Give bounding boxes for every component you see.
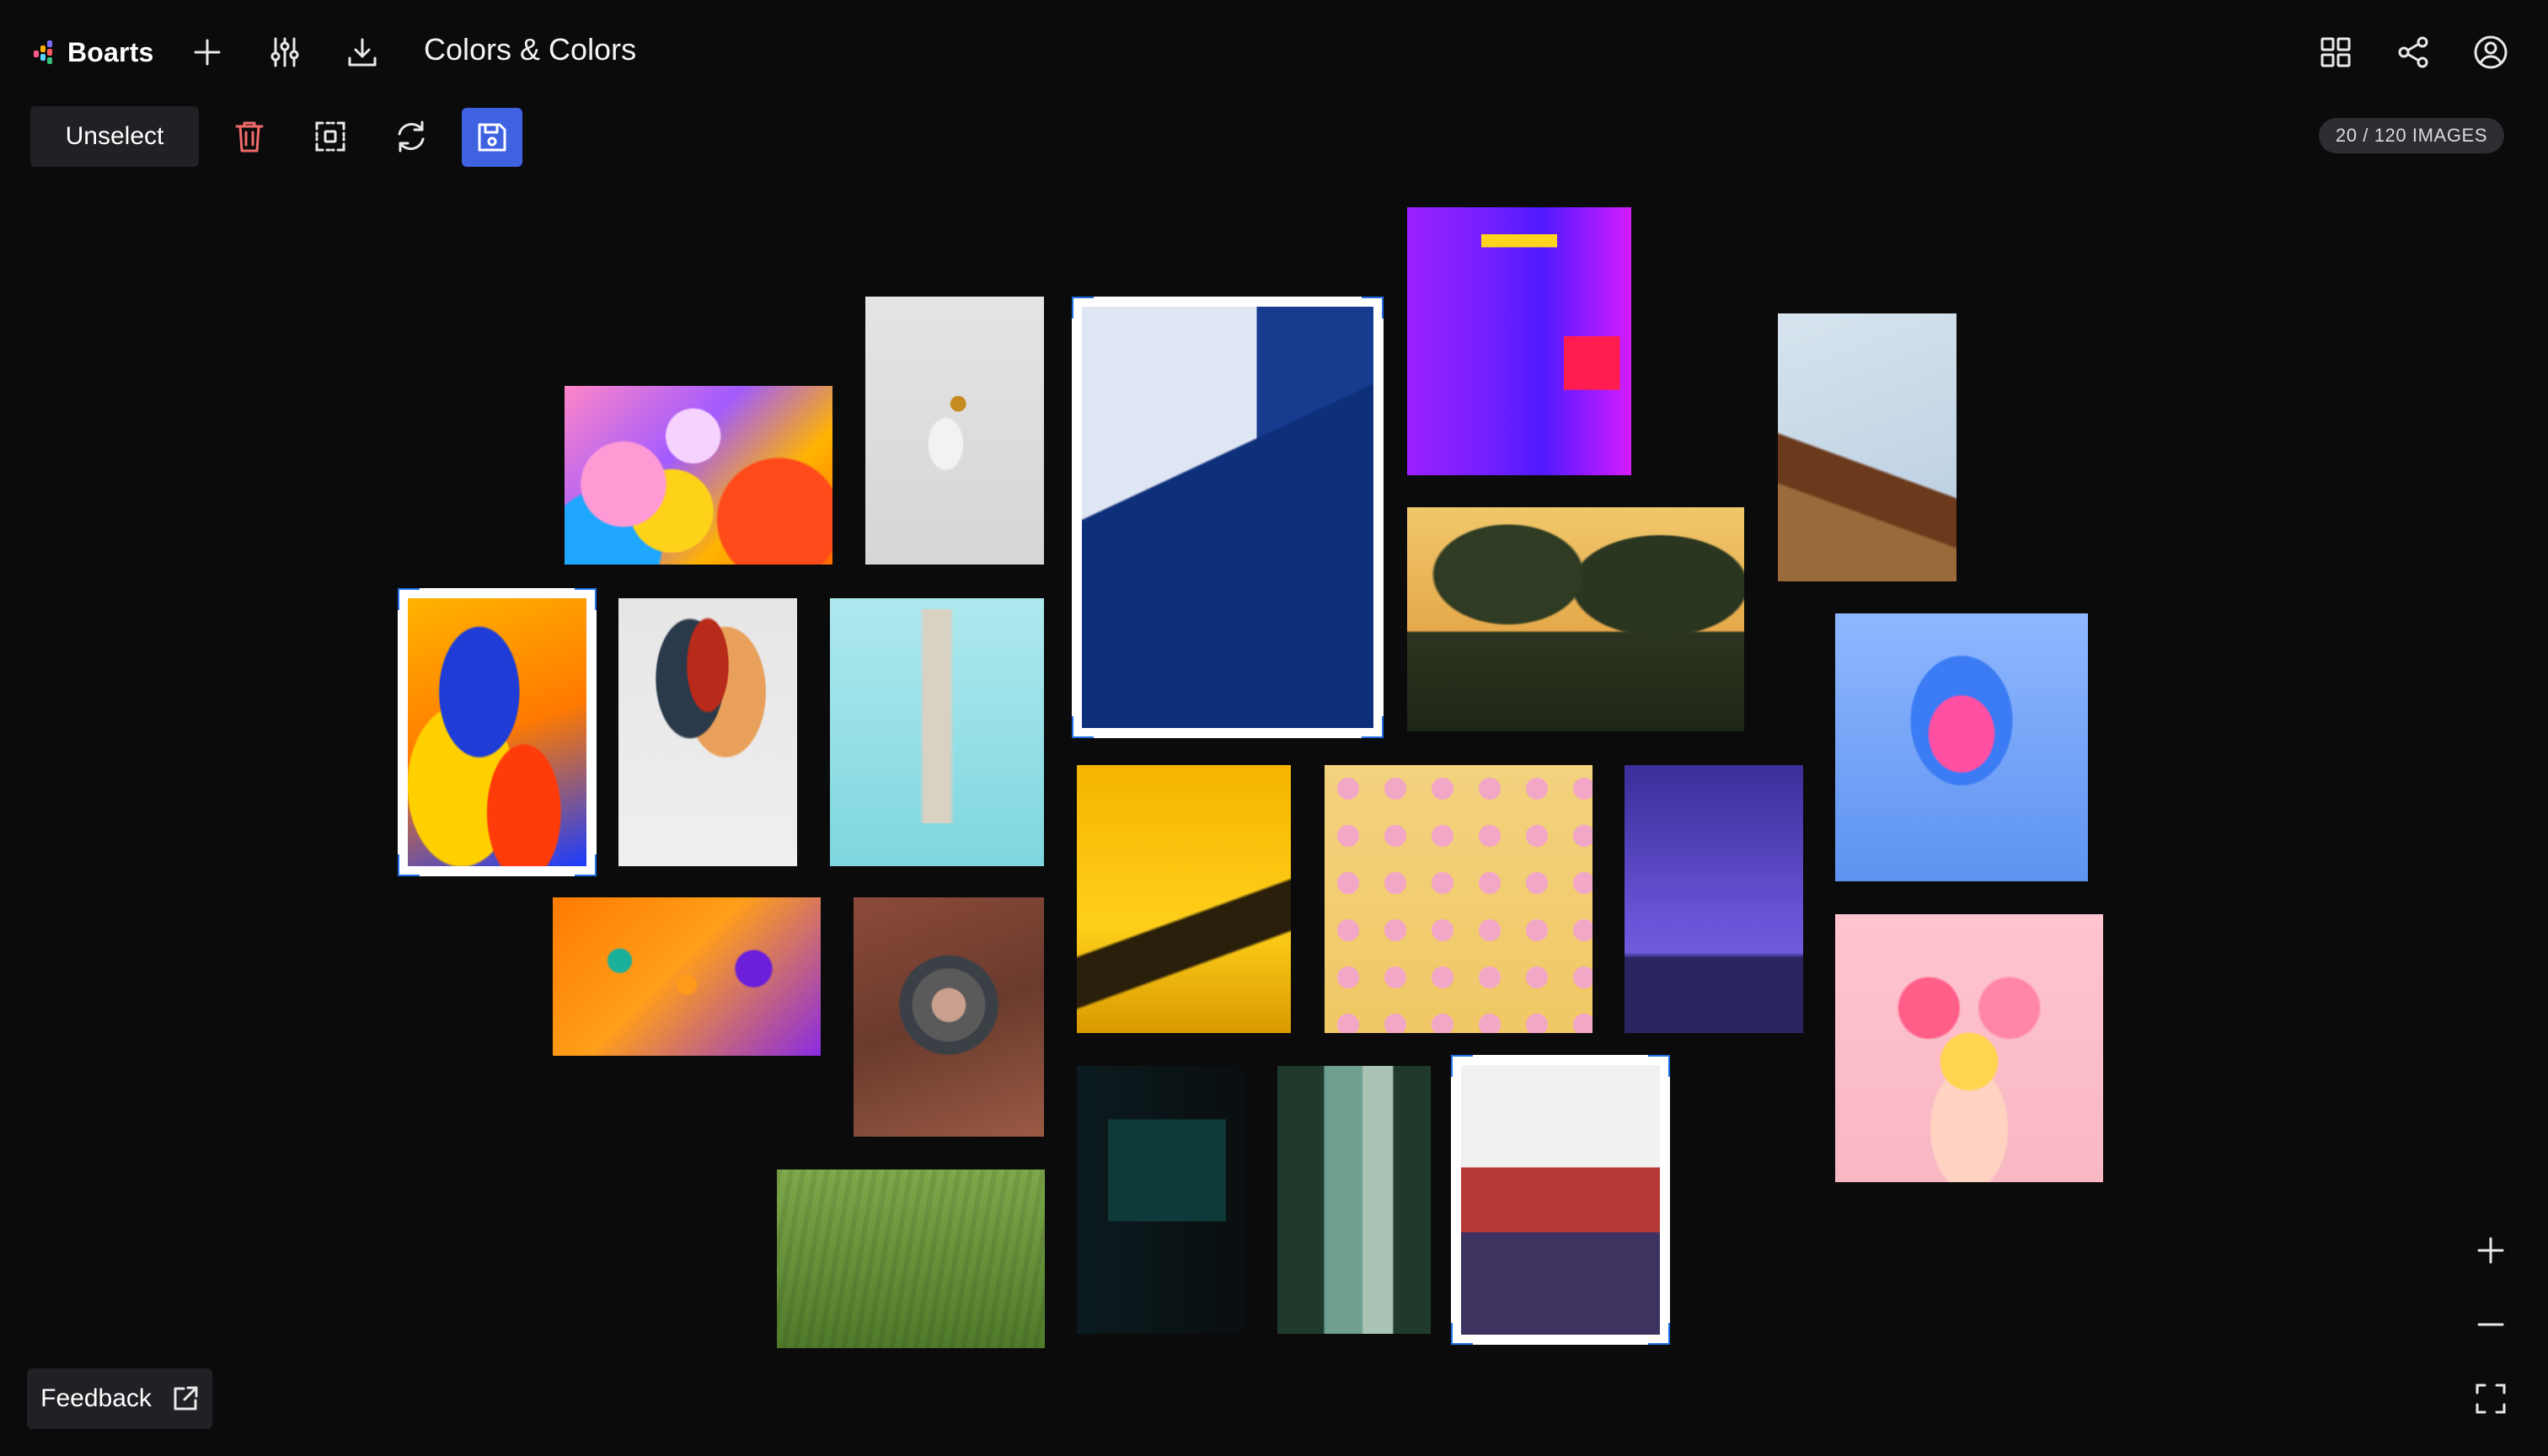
image-grass-field[interactable] bbox=[777, 1170, 1045, 1348]
image-fluid-paint[interactable] bbox=[398, 588, 597, 876]
image-burj-khalifa[interactable] bbox=[830, 598, 1044, 866]
image-yellow-car[interactable] bbox=[1077, 765, 1291, 1033]
image-neon-sign[interactable] bbox=[1077, 1066, 1245, 1334]
grid-icon[interactable] bbox=[2315, 32, 2356, 72]
share-icon[interactable] bbox=[2393, 32, 2433, 72]
image-red-library[interactable] bbox=[1451, 1055, 1670, 1345]
select-area-icon[interactable] bbox=[310, 116, 351, 157]
image-pagoda-roof[interactable] bbox=[1778, 313, 1956, 581]
image-orange-paint-drops[interactable] bbox=[553, 897, 821, 1056]
save-button[interactable] bbox=[462, 108, 522, 167]
app-name: Boarts bbox=[67, 36, 154, 67]
boarts-logo-icon bbox=[34, 39, 59, 66]
image-neon-corridor[interactable] bbox=[1407, 207, 1631, 475]
unselect-button[interactable]: Unselect bbox=[30, 106, 199, 167]
external-link-icon bbox=[174, 1386, 198, 1410]
image-oil-bubbles[interactable] bbox=[565, 386, 832, 565]
feedback-button[interactable]: Feedback bbox=[27, 1368, 212, 1429]
user-circle-icon[interactable] bbox=[2470, 32, 2511, 72]
image-flower-heart[interactable] bbox=[1835, 914, 2103, 1182]
image-count-badge: 20 / 120 IMAGES bbox=[2319, 118, 2504, 153]
image-lollipops[interactable] bbox=[1325, 765, 1592, 1033]
zoom-in-icon[interactable] bbox=[2470, 1230, 2511, 1271]
refresh-icon[interactable] bbox=[391, 116, 431, 157]
trash-icon[interactable] bbox=[229, 116, 270, 157]
save-icon bbox=[478, 123, 506, 152]
image-starry-night[interactable] bbox=[1625, 765, 1803, 1033]
image-blue-stairs[interactable] bbox=[1072, 297, 1384, 738]
feedback-label: Feedback bbox=[40, 1384, 152, 1412]
download-icon[interactable] bbox=[342, 32, 383, 72]
fullscreen-icon[interactable] bbox=[2470, 1378, 2511, 1419]
board-title[interactable]: Colors & Colors bbox=[424, 32, 636, 67]
image-aerial-beach[interactable] bbox=[1277, 1066, 1431, 1334]
app-logo[interactable]: Boarts bbox=[34, 34, 154, 71]
image-supertrees[interactable] bbox=[1407, 507, 1744, 731]
zoom-out-icon[interactable] bbox=[2470, 1304, 2511, 1345]
sliders-icon[interactable] bbox=[265, 32, 305, 72]
image-aerial-arena[interactable] bbox=[854, 897, 1044, 1137]
image-glitch-portrait[interactable] bbox=[1835, 613, 2088, 881]
image-ink-splash[interactable] bbox=[618, 598, 797, 866]
image-white-hand-sphere[interactable] bbox=[865, 297, 1044, 565]
add-icon[interactable] bbox=[187, 32, 228, 72]
